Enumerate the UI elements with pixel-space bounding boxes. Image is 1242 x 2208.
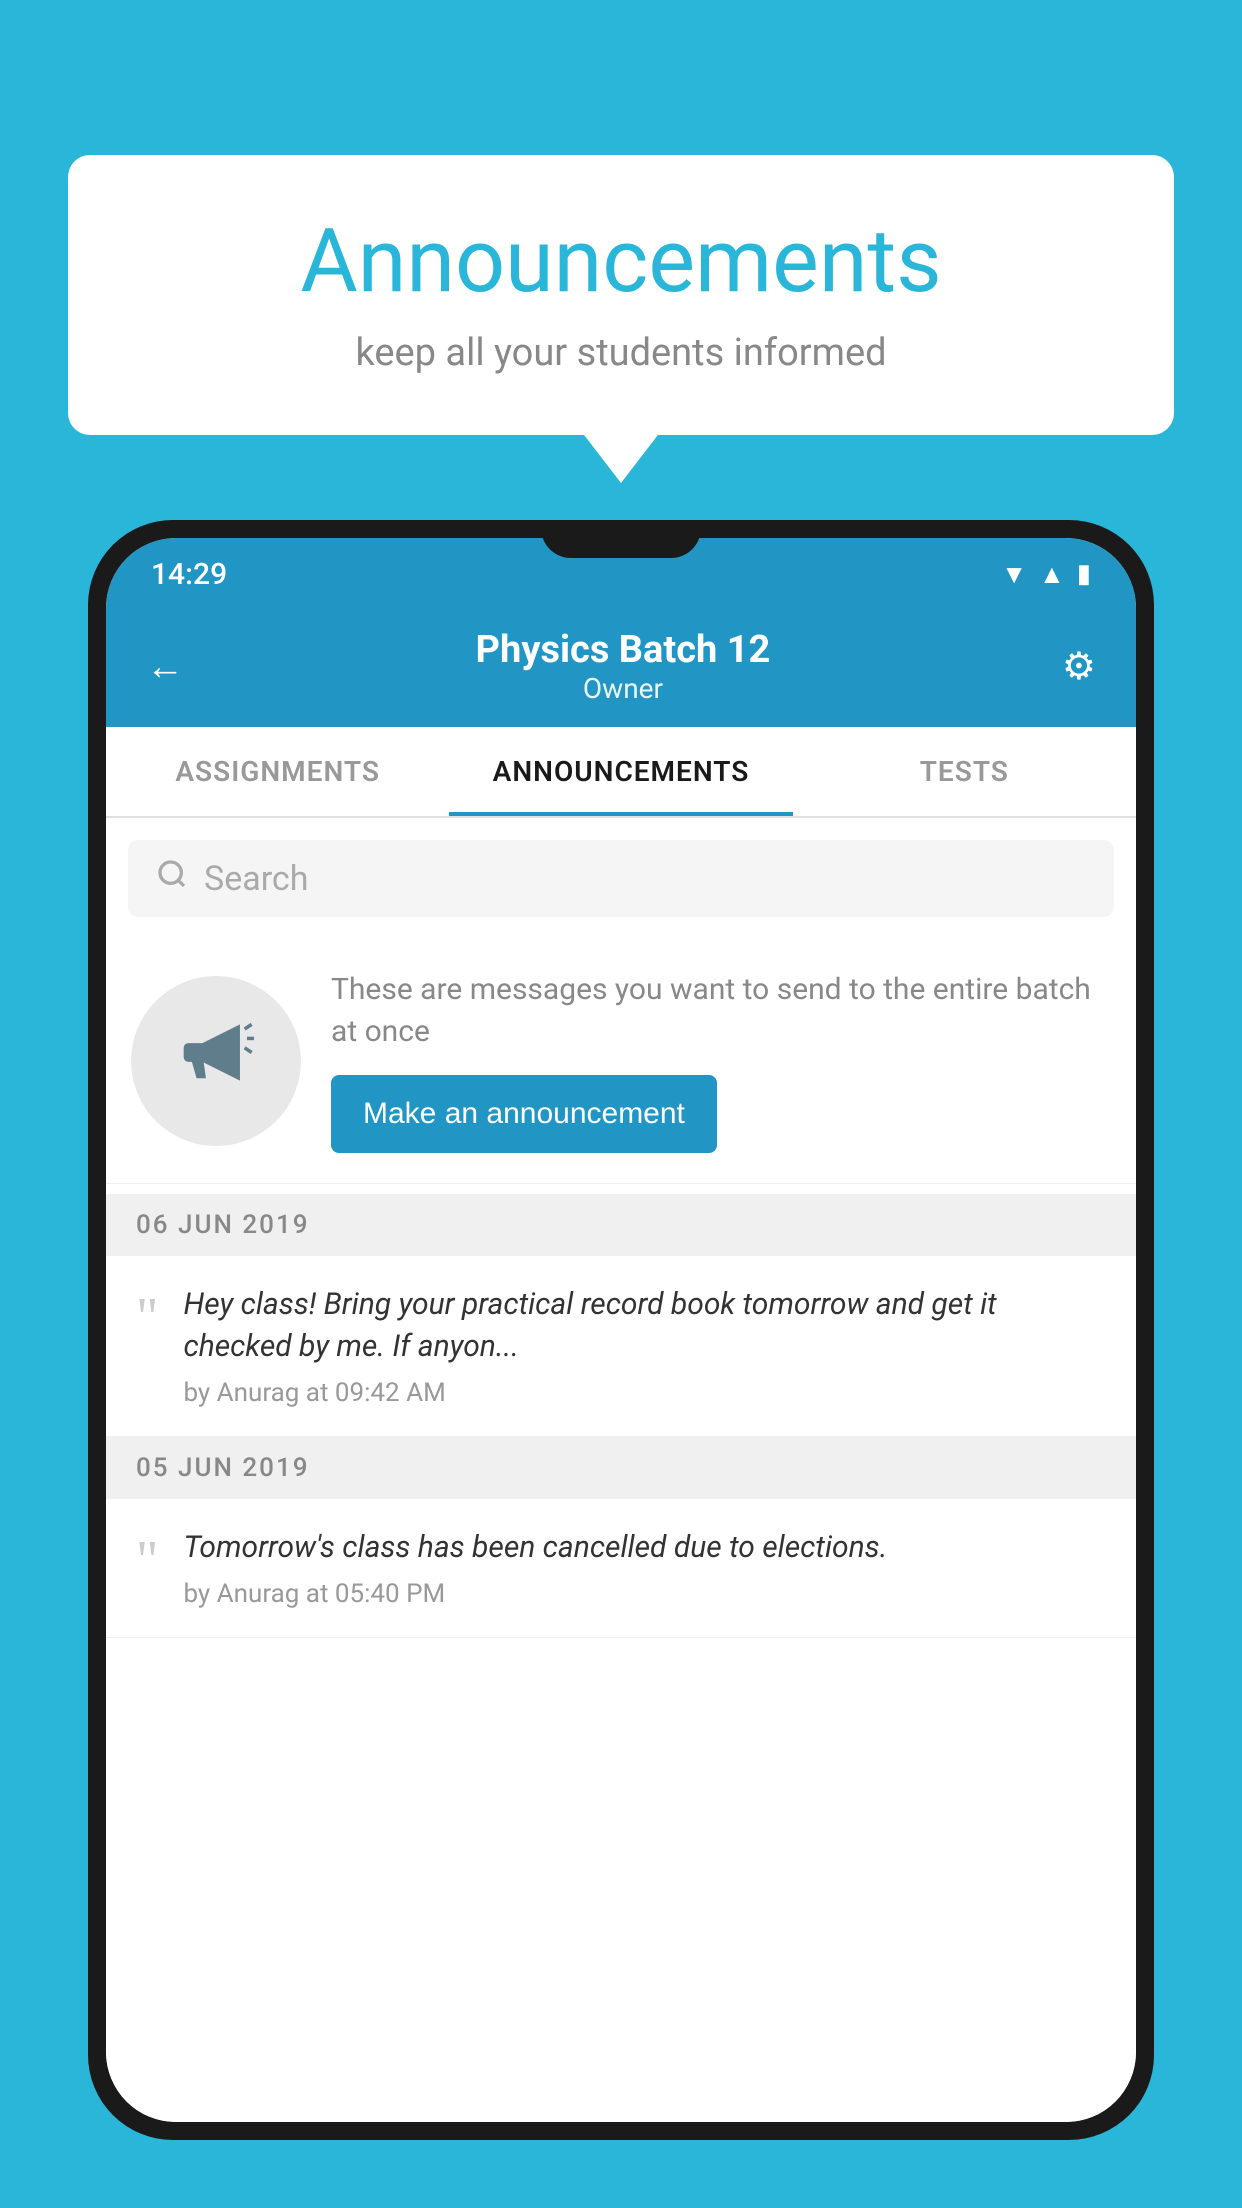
batch-role: Owner — [184, 672, 1062, 705]
announcement-text-2: Tomorrow's class has been cancelled due … — [183, 1527, 1106, 1569]
header-title-group: Physics Batch 12 Owner — [184, 628, 1062, 705]
make-announcement-button[interactable]: Make an announcement — [331, 1075, 717, 1153]
announcement-content-1: Hey class! Bring your practical record b… — [183, 1284, 1106, 1408]
battery-icon: ▮ — [1077, 559, 1091, 589]
batch-title: Physics Batch 12 — [184, 628, 1062, 672]
phone-container: 14:29 ▼ ▲ ▮ ← Physics Batch 12 Owner ⚙ — [88, 520, 1154, 2208]
search-placeholder: Search — [204, 859, 308, 899]
announcement-content-2: Tomorrow's class has been cancelled due … — [183, 1527, 1106, 1609]
content-area: Search — [106, 818, 1136, 2122]
prompt-description: These are messages you want to send to t… — [331, 969, 1111, 1053]
announcement-item-1[interactable]: " Hey class! Bring your practical record… — [106, 1256, 1136, 1437]
phone-notch — [541, 520, 701, 558]
prompt-icon-circle — [131, 976, 301, 1146]
bubble-subtitle: keep all your students informed — [128, 331, 1114, 375]
app-header: ← Physics Batch 12 Owner ⚙ — [106, 610, 1136, 727]
quote-icon-1: " — [136, 1289, 158, 1408]
search-icon — [156, 858, 188, 899]
status-time: 14:29 — [151, 557, 227, 592]
tab-assignments[interactable]: ASSIGNMENTS — [106, 727, 449, 816]
phone-outer: 14:29 ▼ ▲ ▮ ← Physics Batch 12 Owner ⚙ — [88, 520, 1154, 2140]
bubble-title: Announcements — [128, 210, 1114, 313]
announcement-meta-2: by Anurag at 05:40 PM — [183, 1579, 1106, 1609]
signal-icon: ▲ — [1039, 559, 1065, 590]
search-bar[interactable]: Search — [128, 840, 1114, 917]
announcement-text-1: Hey class! Bring your practical record b… — [183, 1284, 1106, 1368]
megaphone-icon — [179, 1015, 254, 1108]
tab-announcements[interactable]: ANNOUNCEMENTS — [449, 727, 792, 816]
settings-button[interactable]: ⚙ — [1062, 644, 1096, 689]
status-icons: ▼ ▲ ▮ — [1001, 559, 1091, 590]
quote-icon-2: " — [136, 1532, 158, 1609]
phone-screen: 14:29 ▼ ▲ ▮ ← Physics Batch 12 Owner ⚙ — [106, 538, 1136, 2122]
wifi-icon: ▼ — [1001, 559, 1027, 590]
speech-bubble-container: Announcements keep all your students inf… — [68, 155, 1174, 435]
back-button[interactable]: ← — [146, 645, 184, 689]
date-separator-1: 06 JUN 2019 — [106, 1194, 1136, 1256]
tab-tests[interactable]: TESTS — [793, 727, 1136, 816]
tabs-bar: ASSIGNMENTS ANNOUNCEMENTS TESTS — [106, 727, 1136, 818]
prompt-content: These are messages you want to send to t… — [331, 969, 1111, 1153]
announcement-prompt: These are messages you want to send to t… — [106, 939, 1136, 1184]
date-separator-2: 05 JUN 2019 — [106, 1437, 1136, 1499]
announcement-meta-1: by Anurag at 09:42 AM — [183, 1378, 1106, 1408]
announcement-item-2[interactable]: " Tomorrow's class has been cancelled du… — [106, 1499, 1136, 1638]
speech-bubble: Announcements keep all your students inf… — [68, 155, 1174, 435]
